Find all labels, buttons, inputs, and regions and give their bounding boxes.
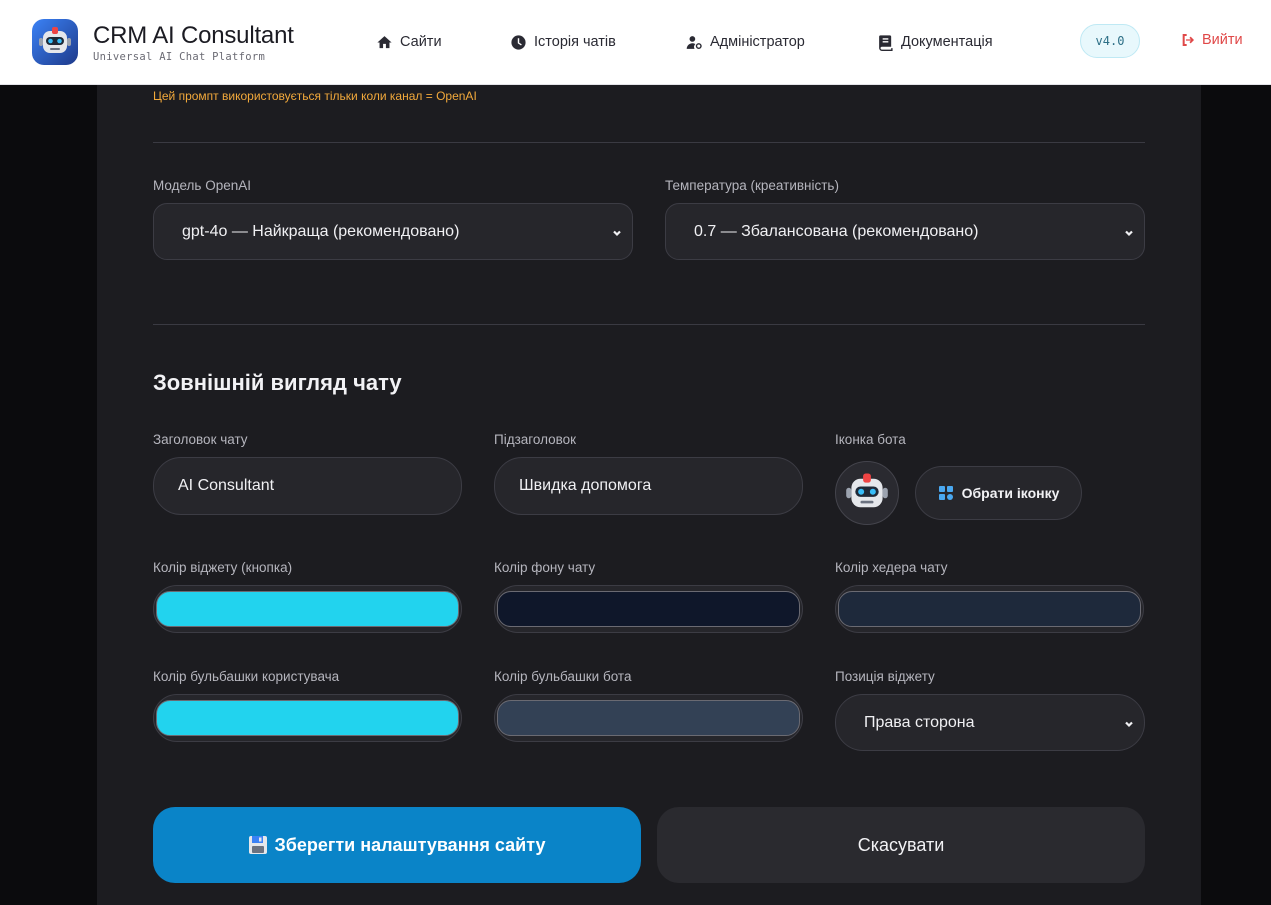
chat-bg-color-swatch [497, 591, 800, 627]
bot-icon-label: Іконка бота [835, 432, 906, 447]
nav-chat-history[interactable]: Історія чатів [510, 32, 616, 52]
nav-admin-label: Адміністратор [710, 34, 805, 50]
nav-admin[interactable]: Адміністратор [686, 32, 805, 52]
robot-logo-icon[interactable] [32, 19, 78, 65]
chevron-down-icon [612, 225, 622, 236]
chat-subtitle-input[interactable]: Швидка допомога [494, 457, 803, 515]
chat-subtitle-value: Швидка допомога [519, 477, 652, 494]
save-button-label: Зберегти налаштування сайту [274, 834, 546, 855]
user-bubble-color-swatch [156, 700, 459, 736]
choose-icon-button[interactable]: Обрати іконку [915, 466, 1082, 520]
clock-icon [511, 34, 526, 50]
bot-bubble-color-picker[interactable] [494, 694, 803, 742]
temperature-select-value: 0.7 — Збалансована (рекомендовано) [694, 222, 979, 240]
chat-bg-color-label: Колір фону чату [494, 560, 596, 575]
chat-subtitle-label: Підзаголовок [494, 432, 577, 447]
user-gear-icon [686, 35, 702, 49]
model-select-value: gpt-4o — Найкраща (рекомендовано) [182, 222, 460, 240]
cancel-button-label: Скасувати [857, 834, 945, 855]
logout-icon [1182, 34, 1194, 46]
home-icon [377, 35, 392, 48]
chat-title-input[interactable]: AI Consultant [153, 457, 462, 515]
model-label: Модель OpenAI [153, 178, 251, 193]
version-badge: v4.0 [1080, 24, 1140, 58]
bot-avatar-preview [835, 461, 899, 525]
divider [153, 142, 1145, 143]
widget-color-picker[interactable] [153, 585, 462, 633]
user-bubble-color-picker[interactable] [153, 694, 462, 742]
chat-title-label: Заголовок чату [153, 432, 248, 447]
widget-position-select[interactable]: Права сторона [835, 694, 1145, 751]
logout-label: Вийти [1202, 32, 1243, 48]
top-navbar: CRM AI Consultant Universal AI Chat Plat… [0, 0, 1271, 85]
bot-bubble-color-label: Колір бульбашки бота [494, 669, 632, 684]
nav-chat-history-label: Історія чатів [534, 34, 616, 50]
chat-bg-color-picker[interactable] [494, 585, 803, 633]
app-title: CRM AI Consultant [93, 22, 294, 49]
icons-grid-icon [938, 486, 953, 500]
nav-docs-label: Документація [901, 34, 993, 50]
appearance-section-title: Зовнішній вигляд чату [153, 370, 402, 395]
cancel-button[interactable]: Скасувати [657, 807, 1145, 883]
user-bubble-color-label: Колір бульбашки користувача [153, 669, 340, 684]
nav-sites[interactable]: Сайти [376, 32, 442, 52]
divider [153, 324, 1145, 325]
chevron-down-icon [1124, 716, 1134, 727]
chat-header-color-picker[interactable] [835, 585, 1144, 633]
nav-docs[interactable]: Документація [877, 32, 993, 52]
app-subtitle: Universal AI Chat Platform [93, 51, 266, 63]
chevron-down-icon [1124, 225, 1134, 236]
bot-bubble-color-swatch [497, 700, 800, 736]
chat-title-value: AI Consultant [178, 477, 275, 494]
widget-color-label: Колір віджету (кнопка) [153, 560, 293, 575]
save-site-settings-button[interactable]: Зберегти налаштування сайту [153, 807, 641, 883]
model-select[interactable]: gpt-4o — Найкраща (рекомендовано) [153, 203, 633, 260]
temperature-label: Температура (креативність) [665, 178, 839, 193]
widget-position-label: Позиція віджету [835, 669, 935, 684]
prompt-hint: Цей промпт використовується тільки коли … [153, 89, 477, 103]
chat-header-color-label: Колір хедера чату [835, 560, 948, 575]
widget-position-value: Права сторона [864, 713, 975, 731]
robot-icon [846, 473, 888, 508]
choose-icon-label: Обрати іконку [961, 485, 1060, 501]
floppy-disk-icon [249, 836, 268, 854]
logout-button[interactable]: Вийти [1180, 32, 1243, 48]
nav-sites-label: Сайти [400, 34, 442, 50]
widget-color-swatch [156, 591, 459, 627]
chat-header-color-swatch [838, 591, 1141, 627]
temperature-select[interactable]: 0.7 — Збалансована (рекомендовано) [665, 203, 1145, 260]
book-icon [879, 34, 893, 51]
